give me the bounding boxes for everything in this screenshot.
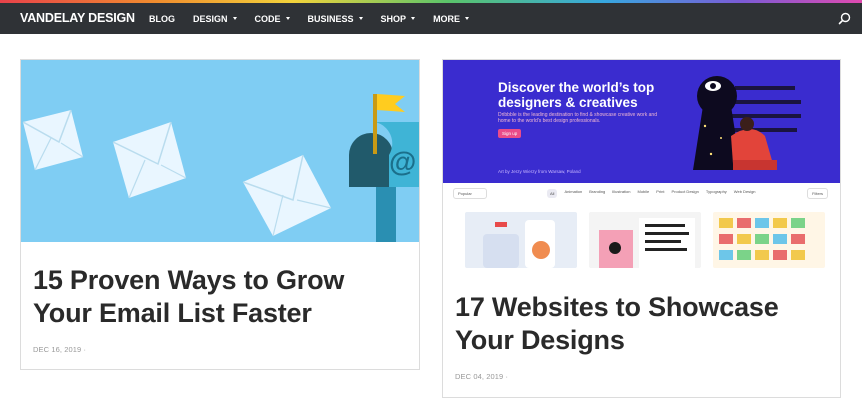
- signup-button: Sign up: [498, 129, 522, 138]
- nav-label: CODE: [254, 13, 281, 24]
- hero-subtext: Dribbble is the leading destination to f…: [498, 112, 657, 124]
- svg-text:@: @: [389, 146, 416, 177]
- nav-label: MORE: [433, 13, 461, 24]
- caret-down-icon: [411, 17, 416, 20]
- category-item: Illustration: [612, 188, 631, 194]
- filter-row: Popular All Animation Branding Illustrat…: [443, 183, 840, 203]
- nav-shop[interactable]: SHOP: [381, 14, 416, 24]
- sort-select: Popular: [453, 187, 487, 199]
- category-all: All: [547, 188, 558, 198]
- category-list: All Animation Branding Illustration Mobi…: [547, 188, 763, 198]
- shot-thumbnail: [465, 212, 577, 268]
- post-card[interactable]: Discover the world’s top designers & cre…: [442, 59, 841, 398]
- category-item: Branding: [589, 188, 606, 194]
- post-date: DEC 04, 2019 ·: [455, 372, 509, 381]
- email-illustration: @: [21, 60, 419, 242]
- caret-down-icon: [232, 17, 237, 20]
- nav-label: DESIGN: [193, 13, 228, 24]
- nav-blog[interactable]: BLOG: [149, 14, 175, 24]
- search-icon[interactable]: [838, 12, 852, 26]
- shot-thumbnail: [713, 212, 825, 268]
- caret-down-icon: [358, 17, 363, 20]
- top-navbar: VANDELAY DESIGN BLOG DESIGN CODE BUSINES…: [0, 3, 862, 34]
- category-item: Web Design: [733, 188, 756, 194]
- dribbble-hero: Discover the world’s top designers & cre…: [443, 60, 840, 183]
- shot-thumbnail: [589, 212, 701, 268]
- nav-label: BUSINESS: [307, 13, 354, 24]
- category-item: Animation: [564, 188, 583, 194]
- post-title[interactable]: 15 Proven Ways to Grow Your Email List F…: [33, 264, 403, 330]
- nav-code[interactable]: CODE: [255, 14, 290, 24]
- category-item: Product Design: [671, 188, 699, 194]
- hero-headline: Discover the world’s top designers & cre…: [498, 80, 655, 110]
- filters-button: Filters: [807, 187, 828, 199]
- caret-down-icon: [285, 17, 290, 20]
- post-card[interactable]: @ 15 Proven Ways to Grow Your Email List…: [20, 59, 420, 370]
- post-date: DEC 16, 2019 ·: [33, 345, 87, 354]
- nav-design[interactable]: DESIGN: [193, 14, 237, 24]
- nav-business[interactable]: BUSINESS: [308, 14, 363, 24]
- category-item: Mobile: [637, 188, 650, 194]
- keyhole-illustration: [693, 76, 801, 170]
- category-item: Typography: [705, 188, 727, 194]
- post-thumbnail[interactable]: @: [21, 60, 419, 242]
- nav-more[interactable]: MORE: [433, 13, 470, 24]
- site-logo[interactable]: VANDELAY DESIGN: [20, 11, 135, 25]
- category-item: Print: [656, 188, 665, 194]
- post-title[interactable]: 17 Websites to Showcase Your Designs: [455, 291, 825, 357]
- main-nav: BLOG DESIGN CODE BUSINESS SHOP MORE: [140, 3, 478, 34]
- nav-label: BLOG: [149, 13, 175, 24]
- caret-down-icon: [465, 17, 470, 20]
- art-credit: Art by Jerzy Wierzy from Warsaw, Poland: [498, 169, 581, 174]
- post-thumbnail[interactable]: Discover the world’s top designers & cre…: [443, 60, 840, 268]
- nav-label: SHOP: [380, 13, 407, 24]
